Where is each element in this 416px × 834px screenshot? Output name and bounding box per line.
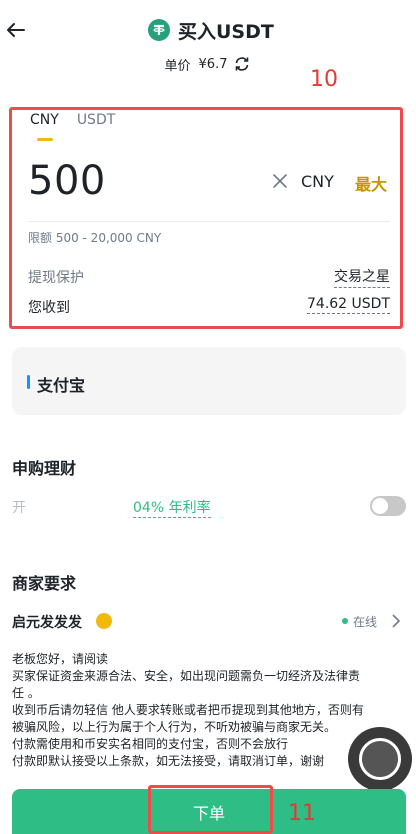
- refresh-icon[interactable]: [233, 55, 251, 73]
- protection-label: 提现保护: [28, 270, 84, 286]
- online-status-text: 在线: [353, 615, 378, 629]
- toggle-knob: [372, 498, 388, 514]
- terms-line: 付款需使用和币安实名相同的支付宝，否则不会放行: [12, 737, 289, 751]
- payment-accent-bar: [27, 375, 30, 389]
- title-group: 买入USDT: [148, 16, 274, 44]
- tab-active-indicator: [37, 138, 53, 141]
- tab-cny[interactable]: CNY: [30, 112, 59, 128]
- terms-line: 付款即默认接受以上条款，如无法接受，请取消订单，谢谢: [12, 754, 325, 768]
- tether-icon: [148, 19, 170, 41]
- header: 买入USDT: [0, 0, 416, 60]
- arrow-left-icon[interactable]: [2, 16, 30, 44]
- price-row: 单价 ¥6.7: [0, 52, 416, 76]
- terms-line: 买家保证资金来源合法、安全，如出现问题需负一切经济及法律责: [12, 669, 361, 683]
- subscription-title: 申购理财: [12, 459, 77, 478]
- receive-value: 74.62 USDT: [307, 296, 390, 314]
- tab-usdt[interactable]: USDT: [77, 112, 115, 128]
- subscription-prefix: 开: [12, 500, 26, 516]
- subscription-toggle[interactable]: [370, 496, 406, 516]
- currency-tabs: CNY USDT: [30, 112, 133, 128]
- merchant-name[interactable]: 启元发发发: [12, 612, 82, 632]
- assistive-touch-button[interactable]: [348, 727, 412, 791]
- clear-icon[interactable]: [270, 171, 290, 191]
- medal-icon: [96, 613, 112, 629]
- price-label: 单价: [164, 58, 191, 74]
- page-title: 买入USDT: [178, 20, 274, 43]
- annotation-label-11: 11: [288, 801, 316, 826]
- merchant-terms: 老板您好，请阅读 买家保证资金来源合法、安全，如出现问题需负一切经济及法律责 任…: [12, 651, 404, 770]
- apy-rate[interactable]: 04% 年利率: [133, 497, 211, 518]
- terms-line: 被骗风险，以上行为属于个人行为，不听劝被骗与商家无关。: [12, 720, 337, 734]
- annotation-label-10: 10: [310, 67, 338, 92]
- amount-input[interactable]: 500: [28, 158, 106, 204]
- payment-method-label: 支付宝: [37, 376, 86, 395]
- divider: [28, 221, 390, 222]
- chevron-right-icon[interactable]: [390, 613, 402, 629]
- amount-currency: CNY: [301, 172, 334, 191]
- terms-line: 收到币后请勿轻信 他人要求转账或者把币提现到其他地方，否则有: [12, 703, 364, 717]
- limit-text: 限额 500 - 20,000 CNY: [28, 231, 162, 245]
- assistive-touch-inner: [359, 738, 401, 780]
- max-button[interactable]: 最大: [355, 171, 387, 195]
- merchant-section-title: 商家要求: [12, 574, 77, 593]
- terms-line: 任 。: [12, 686, 40, 700]
- online-status-dot: [342, 618, 348, 624]
- protection-value[interactable]: 交易之星: [334, 266, 390, 288]
- obscured-region: [30, 493, 130, 519]
- terms-line: 老板您好，请阅读: [12, 652, 109, 666]
- receive-label: 您收到: [28, 300, 70, 316]
- annotation-box-order: [148, 785, 273, 834]
- price-value: ¥6.7: [198, 56, 228, 72]
